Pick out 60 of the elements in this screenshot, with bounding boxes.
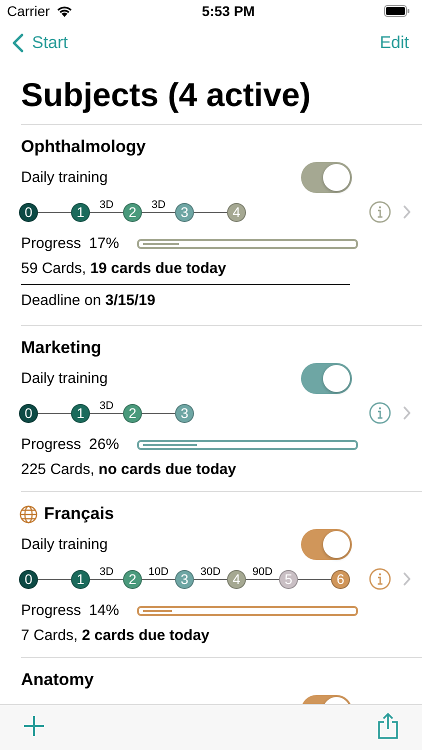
add-icon[interactable]	[23, 714, 45, 736]
edit-button[interactable]: Edit	[380, 33, 409, 53]
stage-circle: 4	[227, 202, 246, 222]
toggle-switch[interactable]	[301, 162, 352, 192]
progress-label: Progress	[21, 234, 82, 252]
page-title: Subjects (4 active)	[21, 75, 312, 115]
stage-circle: 0	[19, 404, 38, 422]
training-label: Daily training	[21, 370, 108, 386]
progress-value: 26%	[89, 436, 120, 452]
cards-summary: 7 Cards, 2 cards due today	[21, 626, 210, 646]
interval-label: 30D	[199, 566, 222, 578]
carrier-label: Carrier	[7, 3, 50, 19]
progress-label: Progress	[21, 602, 82, 618]
stage-circle: 3	[175, 202, 194, 222]
interval-label: 3D	[98, 566, 115, 578]
toggle-switch[interactable]	[301, 528, 352, 560]
interval-label: 3D	[98, 198, 115, 210]
deadline-text: Deadline on 3/15/19	[21, 291, 156, 311]
stage-circle: 0	[19, 202, 38, 222]
info-icon[interactable]	[369, 402, 391, 424]
toggle-switch[interactable]	[301, 362, 352, 394]
status-time: 5:53 PM	[202, 3, 255, 19]
progress-label: Progress	[21, 436, 82, 452]
share-icon[interactable]	[377, 712, 399, 740]
subject-name: Anatomy	[21, 670, 94, 690]
subject-name: Marketing	[21, 338, 102, 358]
subject-name: Français	[44, 504, 114, 524]
info-icon[interactable]	[369, 201, 391, 223]
progress-value: 14%	[89, 602, 120, 618]
globe-icon	[19, 504, 38, 524]
stage-circle: 5	[279, 570, 298, 588]
interval-label: 3D	[150, 198, 167, 210]
stage-circle: 0	[19, 570, 38, 588]
stage-circle: 1	[71, 570, 90, 588]
stage-circle: 2	[123, 570, 142, 588]
chevron-right-icon[interactable]	[403, 205, 411, 219]
training-label: Daily training	[21, 168, 108, 186]
stage-circle: 2	[123, 202, 142, 222]
stage-circle: 1	[71, 404, 90, 422]
stage-circle: 2	[123, 404, 142, 422]
subject-name: Ophthalmology	[21, 137, 146, 157]
progress-value: 17%	[89, 234, 120, 252]
interval-label: 10D	[147, 566, 170, 578]
back-button[interactable]: Start	[12, 33, 68, 53]
cards-summary: 225 Cards, no cards due today	[21, 460, 238, 480]
stage-circle: 3	[175, 404, 194, 422]
wifi-icon	[56, 5, 73, 17]
chevron-right-icon[interactable]	[403, 406, 411, 420]
battery-icon	[384, 5, 410, 17]
stage-circle: 4	[227, 570, 246, 588]
stage-circle: 6	[331, 570, 350, 588]
chevron-right-icon[interactable]	[403, 572, 411, 586]
info-icon[interactable]	[369, 568, 391, 590]
training-label: Daily training	[21, 536, 108, 552]
cards-summary: 59 Cards, 19 cards due today	[21, 259, 228, 279]
stage-circle: 1	[71, 202, 90, 222]
chevron-left-icon	[12, 33, 24, 53]
interval-label: 90D	[251, 566, 274, 578]
interval-label: 3D	[98, 400, 115, 412]
stage-circle: 3	[175, 570, 194, 588]
